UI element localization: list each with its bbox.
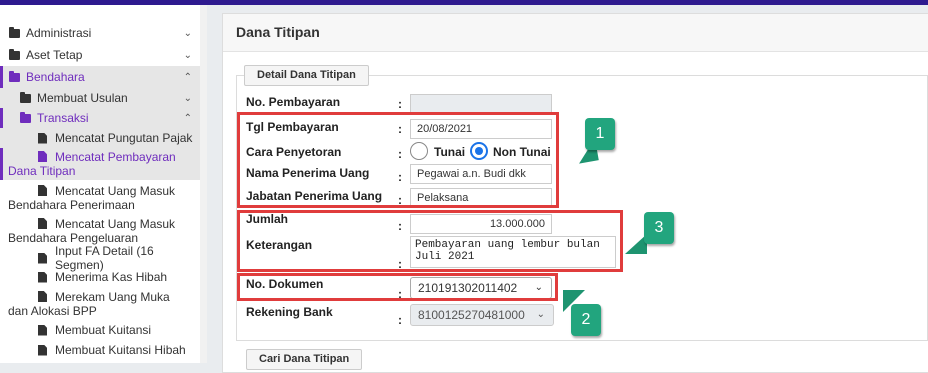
callout-3: 3 xyxy=(644,212,674,244)
sidebar-subitem[interactable]: Mencatat Uang Masuk Bendahara Penerimaan xyxy=(0,182,200,214)
active-indicator xyxy=(0,148,3,180)
sidebar-subitem[interactable]: Mencatat Uang Masuk Bendahara Pengeluara… xyxy=(0,215,200,247)
active-indicator xyxy=(0,66,3,88)
folder-icon xyxy=(9,70,20,82)
sidebar-item-label: Administrasi xyxy=(26,26,92,40)
callout-2: 2 xyxy=(571,304,601,336)
folder-icon xyxy=(9,26,20,38)
chevron-up-icon: ⌃ xyxy=(183,71,192,83)
detail-legend: Detail Dana Titipan xyxy=(244,65,369,86)
document-icon xyxy=(38,271,47,283)
sidebar-subitem[interactable]: Membuat Kuitansi Hibah xyxy=(0,341,200,359)
document-icon xyxy=(38,252,47,264)
sidebar-item-administrasi[interactable]: Administrasi ⌄ xyxy=(0,24,200,42)
card-header: Dana Titipan xyxy=(223,14,928,52)
chevron-down-icon: ⌄ xyxy=(536,309,545,320)
folder-icon xyxy=(20,91,31,103)
sidebar-subitem-label: Membuat Kuitansi xyxy=(55,323,152,337)
highlight-box-3 xyxy=(237,210,623,272)
document-icon xyxy=(38,291,47,302)
no-pembayaran-field[interactable] xyxy=(410,94,552,114)
sidebar-subitem-label: Mencatat Pungutan Pajak xyxy=(55,131,193,145)
page-title: Dana Titipan xyxy=(236,24,320,40)
no-pembayaran-label: No. Pembayaran xyxy=(246,95,341,109)
sidebar-item-label: Membuat Usulan xyxy=(37,91,128,105)
sidebar-subitem[interactable]: Mencatat Pungutan Pajak xyxy=(0,128,200,148)
colon: : xyxy=(398,97,402,111)
rekening-bank-label: Rekening Bank xyxy=(246,305,333,319)
sidebar-subitem-label: Merekam Uang Muka dan Alokasi BPP xyxy=(8,290,170,318)
sidebar-subitem-label: Mencatat Pembayaran Dana Titipan xyxy=(8,150,176,178)
rekening-bank-select[interactable]: 8100125270481000 ⌄ xyxy=(410,304,554,326)
sidebar-item-membuat-usulan[interactable]: Membuat Usulan ⌄ xyxy=(0,88,200,108)
active-indicator xyxy=(0,108,3,128)
document-icon xyxy=(38,185,47,196)
sidebar-item-aset-tetap[interactable]: Aset Tetap ⌄ xyxy=(0,46,200,64)
colon: : xyxy=(398,313,402,327)
highlight-box-2 xyxy=(237,273,558,301)
folder-icon xyxy=(9,48,20,60)
chevron-up-icon: ⌃ xyxy=(183,112,192,124)
document-icon xyxy=(38,132,47,144)
document-icon xyxy=(38,151,47,162)
sidebar-subitem[interactable]: Input FA Detail (16 Segmen) xyxy=(0,244,200,272)
sidebar-item-transaksi[interactable]: Transaksi ⌃ xyxy=(0,108,200,128)
rekening-bank-value: 8100125270481000 xyxy=(418,308,525,322)
sidebar-item-label: Bendahara xyxy=(26,70,85,84)
sidebar-item-label: Transaksi xyxy=(37,111,89,125)
sidebar-subitem[interactable]: Membuat Kuitansi xyxy=(0,321,200,339)
highlight-box-1 xyxy=(237,112,559,208)
sidebar-subitem-label: Menerima Kas Hibah xyxy=(55,270,168,284)
document-icon xyxy=(38,324,47,336)
folder-icon xyxy=(20,111,31,123)
sidebar-item-bendahara[interactable]: Bendahara ⌃ xyxy=(0,66,200,88)
chevron-down-icon: ⌄ xyxy=(183,49,192,61)
chevron-down-icon: ⌄ xyxy=(183,27,192,39)
document-icon xyxy=(38,344,47,356)
document-icon xyxy=(38,218,47,229)
sidebar-subitem-label: Membuat Kuitansi Hibah xyxy=(55,343,186,357)
chevron-down-icon: ⌄ xyxy=(183,92,192,104)
sidebar-subitem[interactable]: Merekam Uang Muka dan Alokasi BPP xyxy=(0,288,200,320)
callout-1: 1 xyxy=(585,118,615,150)
sidebar-subitem-active[interactable]: Mencatat Pembayaran Dana Titipan xyxy=(0,148,200,180)
cari-legend: Cari Dana Titipan xyxy=(246,349,363,370)
sidebar-subitem[interactable]: Menerima Kas Hibah xyxy=(0,268,200,286)
sidebar-item-label: Aset Tetap xyxy=(26,48,83,62)
sidebar-scrollbar[interactable] xyxy=(200,5,207,363)
sidebar-subitem-label: Mencatat Uang Masuk Bendahara Pengeluara… xyxy=(8,217,176,245)
sidebar-subitem-label: Mencatat Uang Masuk Bendahara Penerimaan xyxy=(8,184,176,212)
